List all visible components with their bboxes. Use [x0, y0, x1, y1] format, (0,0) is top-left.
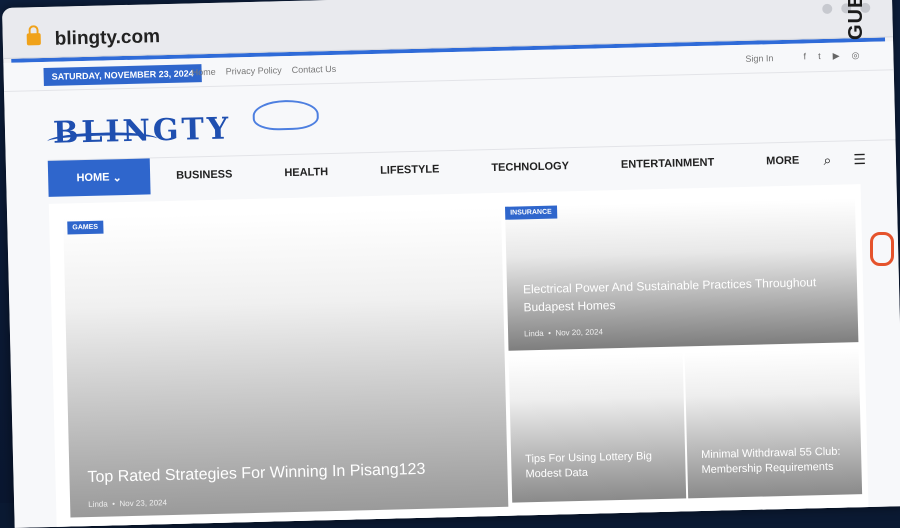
- post-author[interactable]: Linda: [524, 329, 544, 338]
- nav-icons: ⌕ ☰: [823, 151, 866, 169]
- post-date: Nov 20, 2024: [555, 327, 604, 338]
- top-link-contact[interactable]: Contact Us: [292, 64, 337, 75]
- sign-in-link[interactable]: Sign In: [745, 53, 773, 64]
- nav-item-technology[interactable]: TECHNOLOGY: [491, 160, 569, 174]
- post-meta: Linda • Nov 23, 2024: [88, 498, 168, 510]
- address-bar[interactable]: blingty.com: [55, 26, 161, 51]
- post-title[interactable]: Top Rated Strategies For Winning In Pisa…: [87, 460, 447, 487]
- post-author[interactable]: Linda: [88, 500, 108, 509]
- top-links: Home Privacy Policy Contact Us: [192, 64, 337, 78]
- logo-wing-icon: [252, 99, 320, 131]
- youtube-icon[interactable]: ▶: [833, 51, 840, 62]
- twitter-icon[interactable]: t: [818, 51, 821, 62]
- watermark: GUESTPOSTLINKS: [845, 0, 900, 503]
- instagram-icon[interactable]: ◎: [851, 50, 859, 61]
- logo-text: BLINGTY: [52, 111, 232, 151]
- window-dot-icon[interactable]: [822, 3, 833, 14]
- web-page: SATURDAY, NOVEMBER 23, 2024 Home Privacy…: [3, 41, 900, 528]
- browser-window: blingty.com SATURDAY, NOVEMBER 23, 2024 …: [2, 0, 900, 528]
- facebook-icon[interactable]: f: [803, 51, 806, 62]
- top-link-home[interactable]: Home: [192, 67, 216, 78]
- nav-item-lifestyle[interactable]: LIFESTYLE: [380, 163, 440, 176]
- category-tag[interactable]: INSURANCE: [505, 205, 557, 220]
- post-date: Nov 23, 2024: [119, 498, 168, 509]
- post-title[interactable]: Tips For Using Lottery Big Modest Data: [525, 449, 676, 482]
- post-meta: Linda • Nov 20, 2024: [524, 327, 604, 339]
- nav-item-business[interactable]: BUSINESS: [176, 168, 233, 181]
- category-tag[interactable]: GAMES: [67, 220, 104, 235]
- featured-post-small[interactable]: Tips For Using Lottery Big Modest Data: [508, 352, 687, 503]
- post-title[interactable]: Electrical Power And Sustainable Practic…: [523, 274, 834, 316]
- top-link-privacy[interactable]: Privacy Policy: [226, 65, 282, 76]
- search-icon[interactable]: ⌕: [823, 152, 831, 169]
- nav-item-entertainment[interactable]: ENTERTAINMENT: [621, 157, 715, 171]
- featured-post-main[interactable]: GAMES Top Rated Strategies For Winning I…: [63, 206, 509, 518]
- post-title[interactable]: Minimal Withdrawal 55 Club: Membership R…: [701, 445, 852, 478]
- site-logo[interactable]: BLINGTY: [47, 99, 324, 151]
- nav-item-health[interactable]: HEALTH: [284, 166, 328, 179]
- watermark-text: GUESTPOSTLINKS: [845, 0, 868, 40]
- lock-icon: [26, 33, 41, 46]
- date-badge: SATURDAY, NOVEMBER 23, 2024: [43, 64, 202, 86]
- featured-post-right-top[interactable]: INSURANCE Electrical Power And Sustainab…: [505, 198, 859, 351]
- featured-grid: GAMES Top Rated Strategies For Winning I…: [48, 184, 869, 528]
- nav-item-more[interactable]: MORE: [766, 155, 799, 168]
- social-links: f t ▶ ◎: [803, 50, 859, 62]
- nav-home-label: HOME: [76, 171, 110, 185]
- nav-home[interactable]: HOME ⌄: [47, 158, 151, 197]
- featured-post-small[interactable]: Minimal Withdrawal 55 Club: Membership R…: [684, 348, 863, 499]
- link-icon: [870, 232, 894, 266]
